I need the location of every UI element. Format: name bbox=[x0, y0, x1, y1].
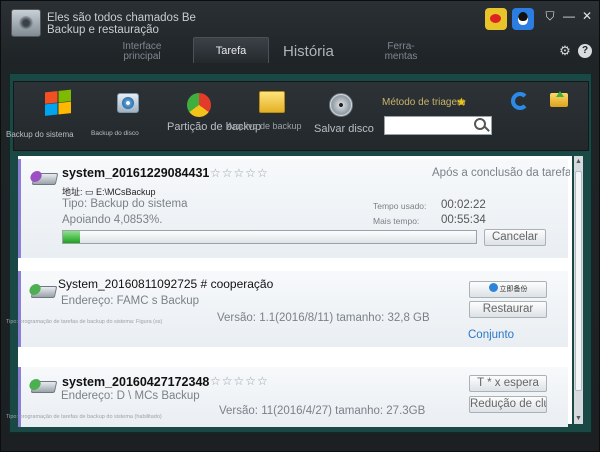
title-bar: Eles são todos chamados Be Backup e rest… bbox=[1, 1, 600, 41]
task-address: Endereço: D \ MCs Backup bbox=[61, 390, 200, 402]
weibo-icon[interactable] bbox=[485, 8, 507, 30]
drive-icon bbox=[28, 284, 58, 298]
tab-task[interactable]: Tarefa bbox=[193, 37, 269, 63]
app-window: Eles são todos chamados Be Backup e rest… bbox=[0, 0, 600, 452]
toolbar bbox=[13, 81, 589, 151]
backup-now-label: 立即备份 bbox=[499, 286, 528, 293]
skin-icon[interactable]: ⛉ bbox=[542, 7, 558, 25]
progress-fill bbox=[63, 231, 80, 243]
qq-icon[interactable] bbox=[512, 8, 534, 30]
time-used-label: Tempo usado: bbox=[373, 201, 427, 211]
app-logo-icon bbox=[11, 9, 41, 37]
folder-icon[interactable] bbox=[259, 91, 285, 113]
task-schedule: Tipo: programação de tarefas de backup d… bbox=[6, 319, 163, 325]
drive-icon bbox=[29, 171, 59, 185]
set-link[interactable]: Conjunto bbox=[468, 329, 514, 341]
app-title-line2: Backup e restauração bbox=[47, 24, 159, 36]
scrollbar-thumb[interactable] bbox=[575, 171, 582, 391]
system-backup-button[interactable]: Backup do sistema bbox=[6, 130, 74, 139]
cancel-button[interactable]: Cancelar bbox=[484, 229, 546, 246]
scroll-up-icon[interactable]: ▲ bbox=[574, 157, 583, 166]
tab-history[interactable]: História bbox=[283, 43, 334, 60]
restore-button[interactable]: Restaurar bbox=[469, 301, 547, 318]
file-backup-button[interactable]: Arquivo de backup bbox=[227, 121, 302, 131]
drive-icon bbox=[28, 379, 58, 393]
task-address: 地址: ▭ E:\MCsBackup bbox=[62, 187, 156, 197]
rating-stars[interactable]: ☆☆☆☆☆ bbox=[210, 166, 269, 180]
partition-icon[interactable] bbox=[187, 93, 211, 117]
star-icon: ★ bbox=[456, 95, 467, 109]
task-name: System_20160811092725 # cooperação bbox=[58, 277, 274, 291]
task-type: Tipo: Backup do sistema bbox=[62, 198, 188, 210]
disk-backup-button[interactable]: Backup do disco bbox=[91, 130, 139, 137]
windows-icon[interactable] bbox=[45, 89, 71, 117]
task-name: system_20160427172348 bbox=[62, 375, 210, 389]
time-left-label: Mais tempo: bbox=[373, 216, 420, 226]
disk-icon[interactable] bbox=[117, 93, 139, 113]
backup-now-button[interactable]: 立即备份 bbox=[469, 281, 547, 298]
refresh-icon[interactable] bbox=[511, 92, 529, 110]
cluster-reduction-button[interactable]: Redução de cluster bbox=[469, 396, 547, 413]
scroll-down-icon[interactable]: ▼ bbox=[574, 414, 583, 423]
time-used-value: 00:02:22 bbox=[441, 199, 486, 211]
tab-interface[interactable]: Interface principal bbox=[119, 42, 165, 62]
gear-icon[interactable]: ⚙ bbox=[558, 44, 572, 58]
time-left-value: 00:55:34 bbox=[441, 214, 486, 226]
cd-icon[interactable] bbox=[329, 93, 353, 117]
save-disk-button[interactable]: Salvar disco bbox=[314, 123, 374, 135]
task-version: Versão: 11(2016/4/27) tamanho: 27.3GB bbox=[219, 405, 426, 417]
tab-interface-line2: principal bbox=[123, 51, 161, 62]
task-schedule: Tipo: programação de tarefas de backup d… bbox=[6, 414, 162, 420]
task-version: Versão: 1.1(2016/8/11) tamanho: 32,8 GB bbox=[217, 312, 430, 324]
rating-stars[interactable]: ☆☆☆☆☆ bbox=[210, 374, 269, 388]
progress-bar bbox=[62, 230, 477, 244]
help-icon[interactable]: ? bbox=[578, 44, 592, 58]
tab-tools-line2: mentas bbox=[384, 51, 418, 62]
close-button[interactable]: ✕ bbox=[579, 7, 595, 25]
search-icon[interactable] bbox=[474, 118, 486, 130]
tab-tools[interactable]: Ferra- mentas bbox=[379, 42, 423, 62]
sort-method-label[interactable]: Método de triagem bbox=[382, 97, 465, 108]
after-completion-option[interactable]: Após a conclusão da tarefa, o com bbox=[432, 167, 570, 179]
task-status: Apoiando 4,0853%. bbox=[62, 214, 163, 226]
backup-now-icon bbox=[488, 283, 498, 292]
minimize-button[interactable]: — bbox=[561, 7, 577, 25]
export-icon[interactable] bbox=[550, 91, 568, 107]
app-title: Eles são todos chamados Be Backup e rest… bbox=[47, 12, 207, 36]
task-address: Endereço: FAMC s Backup bbox=[61, 295, 200, 307]
task-name: system_20161229084431 bbox=[62, 166, 210, 180]
app-title-line1: Eles são todos chamados Be bbox=[47, 12, 196, 24]
wait-button[interactable]: T * x espera bbox=[469, 375, 547, 392]
